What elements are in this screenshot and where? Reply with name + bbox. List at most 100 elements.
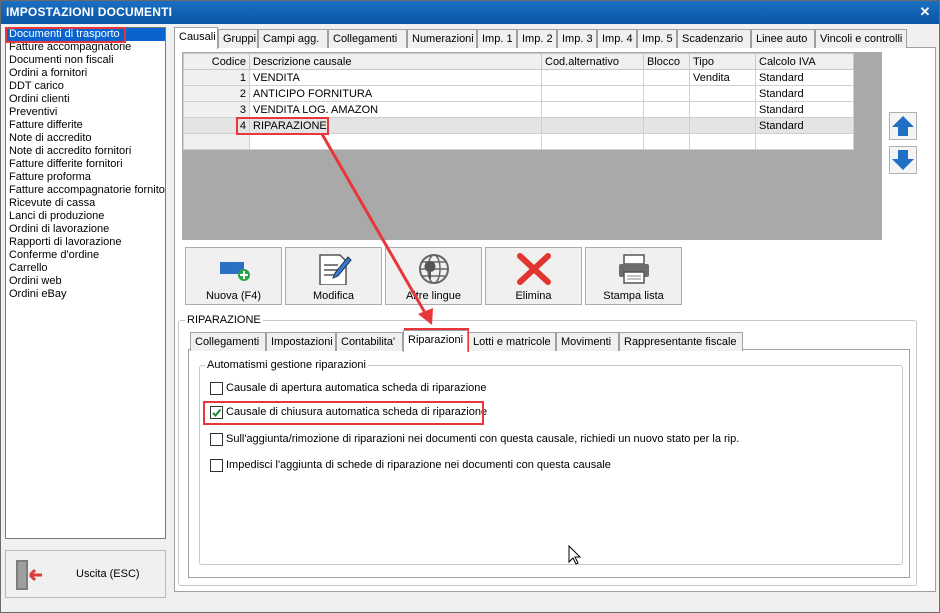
- top-tab[interactable]: Imp. 4: [597, 29, 637, 48]
- grid-cell-tipo[interactable]: [689, 117, 756, 134]
- grid-cell-alt[interactable]: [541, 117, 644, 134]
- doclist-item[interactable]: Ricevute di cassa: [6, 197, 165, 210]
- doclist-item[interactable]: Preventivi: [6, 106, 165, 119]
- grid-empty-cell[interactable]: [643, 133, 690, 150]
- top-tab[interactable]: Causali: [174, 27, 218, 49]
- move-down-button[interactable]: [889, 146, 917, 174]
- grid-empty-cell[interactable]: [249, 133, 542, 150]
- grid-cell-code[interactable]: 2: [183, 85, 250, 102]
- grid-column-header[interactable]: Tipo: [689, 53, 756, 70]
- doclist-item[interactable]: Fatture accompagnatorie: [6, 41, 165, 54]
- doclist-item[interactable]: Ordini a fornitori: [6, 67, 165, 80]
- doclist-item[interactable]: Carrello: [6, 262, 165, 275]
- grid-cell-iva[interactable]: Standard: [755, 69, 854, 86]
- causali-grid[interactable]: Codice Descrizione causale Cod.alternativo…: [183, 53, 854, 150]
- riparazione-tab[interactable]: Impostazioni: [266, 332, 336, 351]
- top-tab[interactable]: Linee auto: [751, 29, 815, 48]
- exit-button[interactable]: Uscita (ESC): [5, 550, 166, 598]
- doclist-item[interactable]: DDT carico: [6, 80, 165, 93]
- doclist-item[interactable]: Documenti di trasporto: [6, 28, 165, 41]
- riparazione-tab[interactable]: Riparazioni: [403, 330, 468, 352]
- print-list-button[interactable]: Stampa lista: [585, 247, 682, 305]
- top-tab[interactable]: Collegamenti: [328, 29, 407, 48]
- grid-cell-iva[interactable]: Standard: [755, 101, 854, 118]
- grid-column-header[interactable]: Calcolo IVA: [755, 53, 854, 70]
- riparazione-tab[interactable]: Lotti e matricole: [468, 332, 556, 351]
- doclist-item[interactable]: Documenti non fiscali: [6, 54, 165, 67]
- doclist-item[interactable]: Rapporti di lavorazione: [6, 236, 165, 249]
- checkbox-richiedi-stato[interactable]: [210, 433, 223, 446]
- top-tab[interactable]: Vincoli e controlli: [815, 29, 907, 48]
- grid-column-header[interactable]: Descrizione causale: [249, 53, 542, 70]
- riparazione-tab[interactable]: Movimenti: [556, 332, 619, 351]
- doclist-item[interactable]: Fatture differite fornitori: [6, 158, 165, 171]
- top-tab[interactable]: Gruppi: [218, 29, 258, 48]
- grid-cell-iva[interactable]: Standard: [755, 85, 854, 102]
- doclist-item[interactable]: Note di accredito: [6, 132, 165, 145]
- doclist-item[interactable]: Note di accredito fornitori: [6, 145, 165, 158]
- grid-cell-code[interactable]: 3: [183, 101, 250, 118]
- grid-cell-iva[interactable]: Standard: [755, 117, 854, 134]
- grid-cell-code[interactable]: 4: [183, 117, 250, 134]
- grid-empty-cell[interactable]: [541, 133, 644, 150]
- edit-document-icon: [319, 254, 352, 285]
- doclist-item[interactable]: Fatture accompagnatorie fornito: [6, 184, 165, 197]
- grid-cell-blocco[interactable]: [643, 117, 690, 134]
- checkbox-impedisci[interactable]: [210, 459, 223, 472]
- riparazione-tab-strip: Collegamenti Impostazioni Contabilita' Ripa…: [190, 330, 910, 352]
- top-tab[interactable]: Imp. 1: [477, 29, 517, 48]
- checkbox-chiusura[interactable]: [210, 406, 223, 419]
- grid-cell-desc[interactable]: ANTICIPO FORNITURA: [249, 85, 542, 102]
- other-languages-button[interactable]: Altre lingue: [385, 247, 482, 305]
- doclist-item[interactable]: Conferme d'ordine: [6, 249, 165, 262]
- grid-cell-blocco[interactable]: [643, 85, 690, 102]
- doclist-item[interactable]: Ordini clienti: [6, 93, 165, 106]
- doclist-item[interactable]: Ordini di lavorazione: [6, 223, 165, 236]
- doclist-item[interactable]: Fatture differite: [6, 119, 165, 132]
- grid-cell-alt[interactable]: [541, 85, 644, 102]
- grid-cell-desc[interactable]: VENDITA: [249, 69, 542, 86]
- grid-empty-cell[interactable]: [183, 133, 250, 150]
- grid-cell-tipo[interactable]: [689, 101, 756, 118]
- grid-header-row: Codice Descrizione causale Cod.alternativo…: [183, 53, 854, 70]
- grid-row[interactable]: 2 ANTICIPO FORNITURA Standard: [183, 85, 854, 102]
- delete-button[interactable]: Elimina: [485, 247, 582, 305]
- grid-cell-blocco[interactable]: [643, 69, 690, 86]
- riparazione-tab[interactable]: Rappresentante fiscale: [619, 332, 743, 351]
- grid-row[interactable]: 1 VENDITA Vendita Standard: [183, 69, 854, 86]
- grid-cell-code[interactable]: 1: [183, 69, 250, 86]
- grid-new-row[interactable]: [183, 133, 854, 150]
- grid-cell-desc[interactable]: RIPARAZIONE: [249, 117, 542, 134]
- new-button[interactable]: Nuova (F4): [185, 247, 282, 305]
- top-tab[interactable]: Numerazioni: [407, 29, 477, 48]
- edit-button[interactable]: Modifica: [285, 247, 382, 305]
- top-tab[interactable]: Scadenzario: [677, 29, 751, 48]
- grid-cell-blocco[interactable]: [643, 101, 690, 118]
- grid-empty-cell[interactable]: [689, 133, 756, 150]
- top-tab[interactable]: Imp. 2: [517, 29, 557, 48]
- riparazione-tab[interactable]: Collegamenti: [190, 332, 266, 351]
- top-tab[interactable]: Imp. 3: [557, 29, 597, 48]
- close-icon[interactable]: ✕: [917, 4, 933, 20]
- grid-row[interactable]: 4 RIPARAZIONE Standard: [183, 117, 854, 134]
- riparazione-tab[interactable]: Contabilita': [336, 332, 403, 351]
- grid-cell-desc[interactable]: VENDITA LOG. AMAZON: [249, 101, 542, 118]
- doclist-item[interactable]: Ordini web: [6, 275, 165, 288]
- grid-column-header[interactable]: Codice: [183, 53, 250, 70]
- grid-cell-alt[interactable]: [541, 101, 644, 118]
- grid-cell-tipo[interactable]: [689, 85, 756, 102]
- doclist-item[interactable]: Lanci di produzione: [6, 210, 165, 223]
- grid-row[interactable]: 3 VENDITA LOG. AMAZON Standard: [183, 101, 854, 118]
- document-type-list[interactable]: Documenti di trasporto Fatture accompagna…: [5, 27, 166, 539]
- grid-empty-cell[interactable]: [755, 133, 854, 150]
- top-tab[interactable]: Imp. 5: [637, 29, 677, 48]
- checkbox-apertura[interactable]: [210, 382, 223, 395]
- doclist-item[interactable]: Ordini eBay: [6, 288, 165, 301]
- move-up-button[interactable]: [889, 112, 917, 140]
- grid-cell-tipo[interactable]: Vendita: [689, 69, 756, 86]
- grid-cell-alt[interactable]: [541, 69, 644, 86]
- doclist-item[interactable]: Fatture proforma: [6, 171, 165, 184]
- top-tab[interactable]: Campi agg.: [258, 29, 328, 48]
- grid-column-header[interactable]: Cod.alternativo: [541, 53, 644, 70]
- grid-column-header[interactable]: Blocco: [643, 53, 690, 70]
